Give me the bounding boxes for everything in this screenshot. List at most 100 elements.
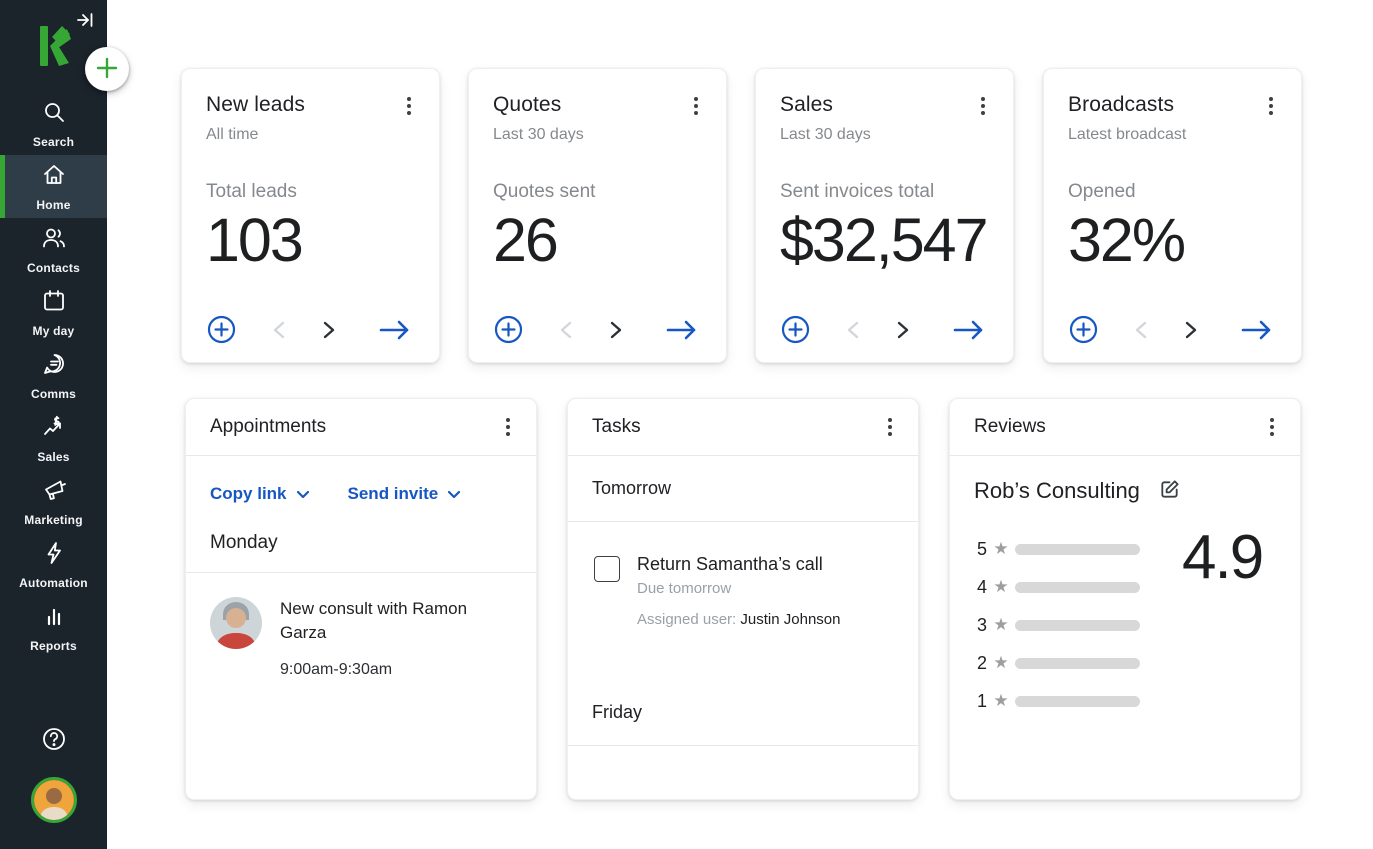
- sidebar-item-reports[interactable]: Reports: [0, 596, 107, 659]
- plus-icon: [94, 55, 120, 84]
- kebab-menu-icon[interactable]: [1266, 414, 1278, 440]
- metric-value: $32,547: [780, 205, 989, 275]
- appointment-item[interactable]: New consult with Ramon Garza 9:00am-9:30…: [186, 573, 536, 679]
- sidebar-item-label: My day: [33, 324, 75, 338]
- panel-title: Reviews: [974, 416, 1046, 438]
- sidebar-item-sales[interactable]: Sales: [0, 407, 107, 470]
- contacts-icon: [41, 225, 67, 256]
- kebab-menu-icon[interactable]: [884, 414, 896, 440]
- task-checkbox[interactable]: [594, 556, 620, 582]
- chevron-right-icon[interactable]: [608, 320, 624, 340]
- star-icon: ★: [987, 653, 1015, 673]
- sidebar-item-label: Reports: [30, 639, 77, 653]
- sidebar-item-my-day[interactable]: My day: [0, 281, 107, 344]
- card-subtitle: Latest broadcast: [1068, 126, 1277, 144]
- task-assigned: Assigned user: Justin Johnson: [637, 611, 840, 628]
- arrow-right-icon[interactable]: [951, 318, 987, 342]
- chevron-left-icon[interactable]: [1133, 320, 1149, 340]
- star-icon: ★: [987, 577, 1015, 597]
- appointments-day-label: Monday: [186, 504, 536, 572]
- rating-bar-row: 2 ★: [974, 644, 1140, 682]
- metric-label: Opened: [1068, 181, 1277, 203]
- rating-bar-track: [1015, 620, 1140, 631]
- panel-title: Tasks: [592, 416, 641, 438]
- add-circle-icon[interactable]: [493, 314, 524, 345]
- copy-link-label: Copy link: [210, 484, 287, 504]
- stat-card-sales: Sales Last 30 days Sent invoices total $…: [755, 68, 1014, 363]
- card-subtitle: All time: [206, 126, 415, 144]
- stat-card-new-leads: New leads All time Total leads 103: [181, 68, 440, 363]
- rating-bar-track: [1015, 582, 1140, 593]
- sidebar-item-contacts[interactable]: Contacts: [0, 218, 107, 281]
- rating-breakdown: 5 ★ 4 ★ 3 ★ 2: [974, 530, 1276, 720]
- chevron-right-icon[interactable]: [321, 320, 337, 340]
- keap-logo[interactable]: [37, 26, 71, 66]
- user-avatar[interactable]: [31, 777, 77, 823]
- megaphone-icon: [41, 477, 67, 508]
- sidebar-item-marketing[interactable]: Marketing: [0, 470, 107, 533]
- sidebar-item-label: Search: [33, 135, 74, 149]
- metric-label: Sent invoices total: [780, 181, 989, 203]
- sidebar-item-label: Home: [36, 198, 70, 212]
- assigned-user: Justin Johnson: [740, 611, 840, 628]
- add-circle-icon[interactable]: [206, 314, 237, 345]
- rating-bar-row: 4 ★: [974, 568, 1140, 606]
- card-subtitle: Last 30 days: [780, 126, 989, 144]
- sidebar-nav: Search Home Contacts: [0, 92, 107, 659]
- rating-bar-track: [1015, 658, 1140, 669]
- kebab-menu-icon[interactable]: [403, 93, 415, 119]
- star-count: 1: [974, 691, 987, 712]
- metric-label: Quotes sent: [493, 181, 702, 203]
- card-title: New leads: [206, 93, 305, 117]
- tasks-day-label: Tomorrow: [568, 456, 918, 522]
- arrow-right-icon[interactable]: [1239, 318, 1275, 342]
- sidebar-item-label: Automation: [19, 576, 88, 590]
- kebab-menu-icon[interactable]: [502, 414, 514, 440]
- business-name: Rob’s Consulting: [974, 478, 1140, 504]
- edit-icon[interactable]: [1158, 478, 1181, 504]
- arrow-right-icon[interactable]: [664, 318, 700, 342]
- star-icon: ★: [987, 615, 1015, 635]
- appointment-title: New consult with Ramon Garza: [280, 597, 492, 645]
- collapse-sidebar-icon[interactable]: [75, 10, 95, 33]
- sidebar-item-label: Comms: [31, 387, 76, 401]
- chevron-left-icon[interactable]: [845, 320, 861, 340]
- star-count: 5: [974, 539, 987, 560]
- chevron-left-icon[interactable]: [271, 320, 287, 340]
- arrow-right-icon[interactable]: [377, 318, 413, 342]
- kebab-menu-icon[interactable]: [1265, 93, 1277, 119]
- kebab-menu-icon[interactable]: [977, 93, 989, 119]
- copy-link-button[interactable]: Copy link: [210, 484, 310, 504]
- sidebar-spacer: [0, 659, 107, 724]
- chevron-down-icon: [296, 484, 310, 504]
- star-count: 2: [974, 653, 987, 674]
- send-invite-button[interactable]: Send invite: [348, 484, 462, 504]
- reviews-card: Reviews Rob’s Consulting 5 ★: [949, 398, 1301, 800]
- chevron-down-icon: [447, 484, 461, 504]
- task-item: Return Samantha’s call Due tomorrow Assi…: [568, 522, 918, 682]
- rating-bar-row: 5 ★: [974, 530, 1140, 568]
- sidebar-item-label: Contacts: [27, 261, 80, 275]
- add-circle-icon[interactable]: [1068, 314, 1099, 345]
- metric-value: 32%: [1068, 205, 1277, 275]
- tasks-day-label: Friday: [568, 682, 918, 746]
- sidebar-item-search[interactable]: Search: [0, 92, 107, 155]
- chevron-right-icon[interactable]: [895, 320, 911, 340]
- overall-rating: 4.9: [1182, 522, 1262, 593]
- kebab-menu-icon[interactable]: [690, 93, 702, 119]
- sidebar-item-home[interactable]: Home: [0, 155, 107, 218]
- sidebar-item-automation[interactable]: Automation: [0, 533, 107, 596]
- sidebar-item-label: Sales: [37, 450, 69, 464]
- send-invite-label: Send invite: [348, 484, 439, 504]
- star-count: 4: [974, 577, 987, 598]
- chevron-left-icon[interactable]: [558, 320, 574, 340]
- sidebar-item-comms[interactable]: Comms: [0, 344, 107, 407]
- stat-card-quotes: Quotes Last 30 days Quotes sent 26: [468, 68, 727, 363]
- help-icon[interactable]: [39, 724, 69, 757]
- chevron-right-icon[interactable]: [1183, 320, 1199, 340]
- quick-add-button[interactable]: [85, 47, 129, 91]
- add-circle-icon[interactable]: [780, 314, 811, 345]
- assigned-label: Assigned user:: [637, 611, 736, 628]
- metric-value: 26: [493, 205, 702, 275]
- star-count: 3: [974, 615, 987, 636]
